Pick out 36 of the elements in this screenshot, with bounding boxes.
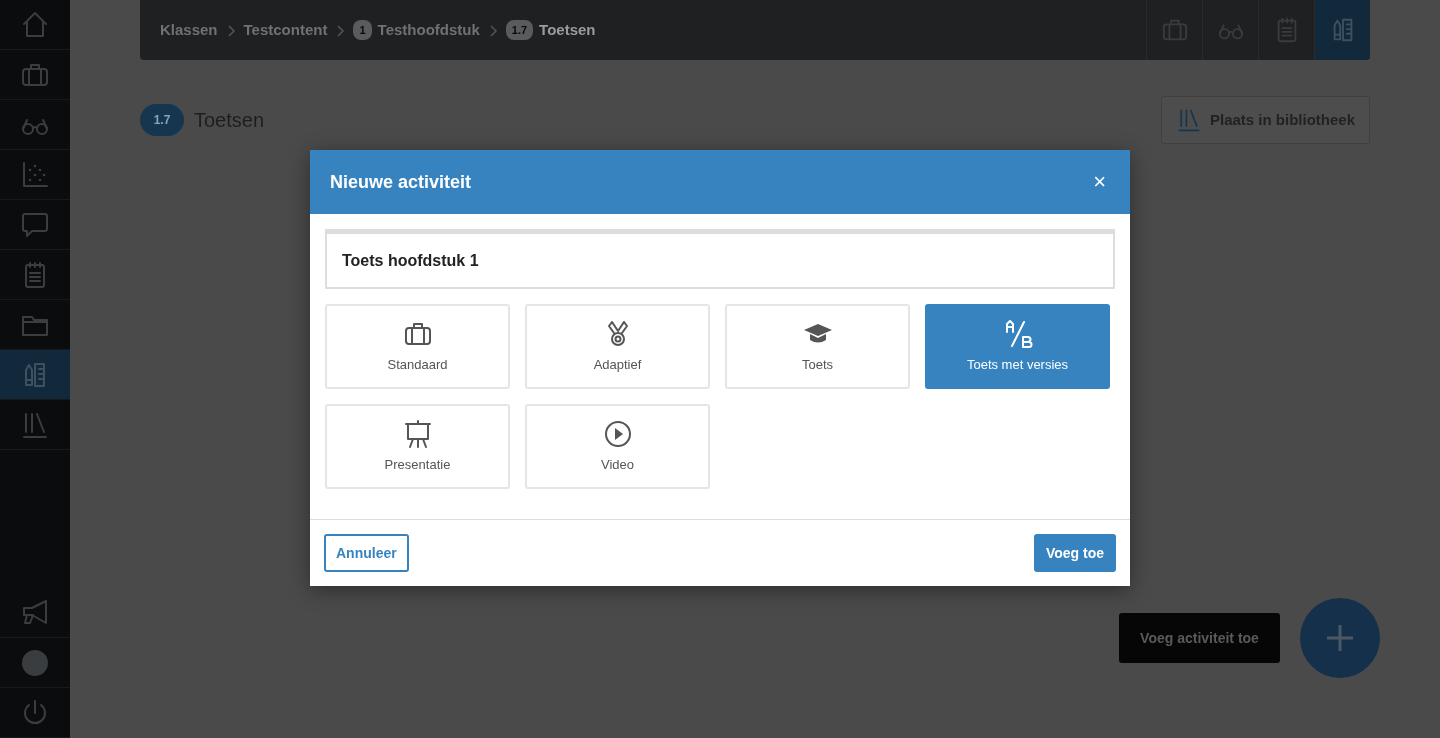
option-label: Adaptief: [593, 355, 642, 374]
breadcrumb-link[interactable]: Testcontent: [243, 18, 328, 42]
activity-type-option[interactable]: Adaptief: [525, 304, 710, 389]
option-label: Presentatie: [384, 455, 451, 474]
add-button[interactable]: Voeg toe: [1033, 534, 1116, 572]
close-button[interactable]: ×: [1089, 171, 1110, 193]
activity-type-option[interactable]: Toets: [725, 304, 910, 389]
option-label: Toets: [801, 355, 834, 374]
breadcrumb-number: 1.7: [505, 19, 534, 41]
plus-icon: [1325, 623, 1355, 653]
chevron-icon: [226, 24, 235, 37]
option-label: Standaard: [387, 355, 448, 374]
activity-type-option[interactable]: Video: [525, 404, 710, 489]
breadcrumb-number: 1: [353, 19, 372, 41]
chevron-icon: [488, 24, 497, 37]
modal-title: Nieuwe activiteit: [330, 170, 472, 194]
cancel-button[interactable]: Annuleer: [324, 534, 409, 572]
breadcrumb-link[interactable]: Klassen: [160, 18, 218, 42]
avatar: [22, 649, 48, 676]
activity-type-option[interactable]: Toets met versies: [925, 304, 1110, 389]
play-circle-icon: [602, 418, 633, 449]
chevron-icon: [336, 24, 345, 37]
activity-name-field[interactable]: Toets hoofdstuk 1: [325, 229, 1115, 289]
breadcrumb-current: Toetsen: [539, 19, 596, 40]
option-label: Video: [601, 455, 634, 474]
breadcrumb-link[interactable]: Testhoofdstuk: [377, 18, 480, 42]
tooltip: Voeg activiteit toe: [1119, 613, 1280, 663]
option-label: Toets met versies: [966, 355, 1069, 374]
activity-type-option[interactable]: Presentatie: [325, 404, 510, 489]
home-icon: [20, 9, 50, 40]
view-tab[interactable]: [1314, 0, 1370, 60]
section-number: 1.7: [140, 104, 184, 136]
sidebar-item[interactable]: [0, 350, 70, 400]
activity-type-option[interactable]: Standaard: [325, 304, 510, 389]
scatter-chart-icon: [20, 159, 50, 190]
easel-icon: [402, 418, 433, 449]
